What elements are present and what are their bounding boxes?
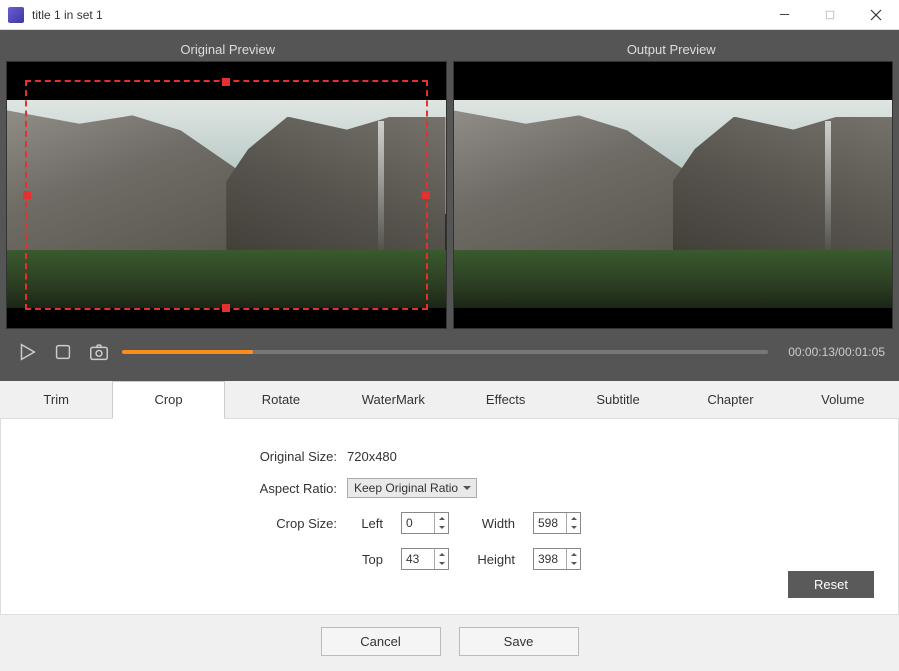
tab-crop[interactable]: Crop	[112, 381, 224, 419]
original-preview-label: Original Preview	[6, 36, 450, 61]
width-input[interactable]: 598	[533, 512, 581, 534]
original-preview[interactable]	[6, 61, 447, 329]
timeline[interactable]	[122, 350, 768, 354]
width-spinner[interactable]	[566, 513, 580, 533]
tab-trim[interactable]: Trim	[0, 381, 112, 418]
left-spinner[interactable]	[434, 513, 448, 533]
window-buttons	[761, 0, 899, 30]
timeline-progress	[122, 350, 253, 354]
timecode: 00:00:13/00:01:05	[788, 345, 885, 359]
maximize-button[interactable]	[807, 0, 853, 30]
minimize-button[interactable]	[761, 0, 807, 30]
top-label: Top	[347, 552, 383, 567]
height-label: Height	[467, 552, 515, 567]
crop-handle-top[interactable]	[222, 78, 230, 86]
video-frame	[454, 100, 893, 308]
stop-button[interactable]	[50, 339, 76, 365]
footer: Cancel Save	[0, 615, 899, 668]
titlebar: title 1 in set 1	[0, 0, 899, 30]
play-button[interactable]	[14, 339, 40, 365]
save-button[interactable]: Save	[459, 627, 579, 656]
height-input[interactable]: 398	[533, 548, 581, 570]
tabs: Trim Crop Rotate WaterMark Effects Subti…	[0, 381, 899, 419]
left-label: Left	[347, 516, 383, 531]
original-size-label: Original Size:	[17, 449, 347, 464]
close-button[interactable]	[853, 0, 899, 30]
original-size-value: 720x480	[347, 449, 397, 464]
height-spinner[interactable]	[566, 549, 580, 569]
player-controls: 00:00:13/00:01:05	[6, 329, 893, 371]
tab-rotate[interactable]: Rotate	[225, 381, 337, 418]
video-frame	[7, 100, 446, 308]
window-title: title 1 in set 1	[32, 8, 761, 22]
tab-watermark[interactable]: WaterMark	[337, 381, 449, 418]
tab-effects[interactable]: Effects	[450, 381, 562, 418]
output-preview	[453, 61, 894, 329]
tab-subtitle[interactable]: Subtitle	[562, 381, 674, 418]
preview-area: Original Preview Output Preview	[0, 30, 899, 381]
reset-button[interactable]: Reset	[788, 571, 874, 598]
width-label: Width	[467, 516, 515, 531]
aspect-ratio-select[interactable]: Keep Original Ratio	[347, 478, 477, 498]
tab-volume[interactable]: Volume	[787, 381, 899, 418]
crop-panel: Original Size: 720x480 Aspect Ratio: Kee…	[0, 419, 899, 615]
top-input[interactable]: 43	[401, 548, 449, 570]
output-preview-label: Output Preview	[450, 36, 894, 61]
tab-chapter[interactable]: Chapter	[674, 381, 786, 418]
aspect-ratio-label: Aspect Ratio:	[17, 481, 347, 496]
app-icon	[8, 7, 24, 23]
snapshot-button[interactable]	[86, 339, 112, 365]
left-input[interactable]: 0	[401, 512, 449, 534]
crop-size-label: Crop Size:	[17, 516, 347, 531]
cancel-button[interactable]: Cancel	[321, 627, 441, 656]
top-spinner[interactable]	[434, 549, 448, 569]
